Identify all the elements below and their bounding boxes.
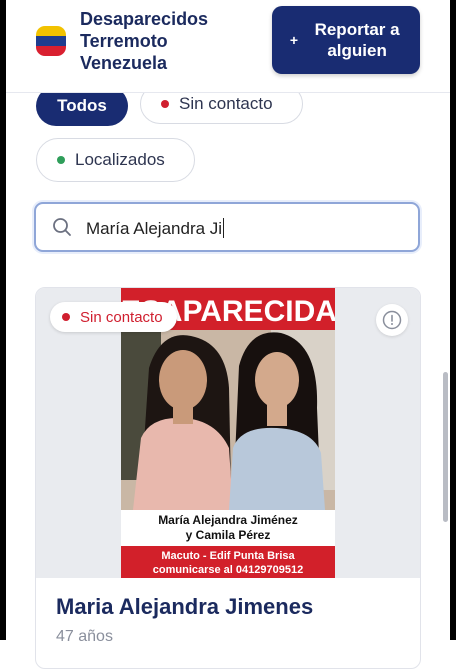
search-icon	[53, 218, 71, 236]
poster-names-line-2: y Camila Pérez	[186, 528, 271, 542]
filter-sin-contacto-label: Sin contacto	[179, 94, 273, 113]
text-caret	[223, 218, 225, 238]
filter-localizados-label: Localizados	[75, 150, 165, 169]
poster-names-line-1: María Alejandra Jiménez	[158, 513, 298, 527]
report-someone-button[interactable]: + Reportar a alguien	[272, 6, 420, 74]
search-input[interactable]: María Alejandra Ji	[34, 202, 420, 252]
plus-icon: +	[289, 32, 299, 48]
report-button-label: Reportar a alguien	[314, 20, 400, 60]
poster-contact: comunicarse al 04129709512	[153, 564, 303, 576]
filter-localizados[interactable]: Localizados	[36, 138, 195, 182]
scrollbar[interactable]	[443, 372, 448, 522]
person-card[interactable]: DESAPARECIDAS María Alejandra Jiménez y …	[35, 287, 421, 669]
person-photo-area: DESAPARECIDAS María Alejandra Jiménez y …	[36, 288, 420, 578]
search-value: María Alejandra Ji	[86, 219, 223, 238]
green-status-dot-icon	[57, 156, 65, 164]
info-button[interactable]	[376, 304, 408, 336]
person-age: 47 años	[56, 628, 113, 645]
red-status-dot-icon	[161, 100, 169, 108]
status-badge: Sin contacto	[50, 302, 177, 332]
app-header: Desaparecidos Terremoto Venezuela + Repo…	[6, 0, 450, 93]
app-title: Desaparecidos Terremoto Venezuela	[80, 8, 250, 74]
person-name[interactable]: Maria Alejandra Jimenes	[56, 594, 313, 620]
screen-edge-left	[0, 0, 6, 640]
app-title-line-2: Terremoto	[80, 31, 168, 51]
filter-todos-label: Todos	[57, 96, 107, 115]
venezuela-flag-logo	[36, 26, 66, 56]
status-badge-label: Sin contacto	[80, 308, 163, 326]
app-title-line-3: Venezuela	[80, 53, 168, 73]
poster-location: Macuto - Edif Punta Brisa	[161, 550, 295, 562]
app-title-line-1: Desaparecidos	[80, 9, 209, 29]
info-circle-icon	[382, 310, 402, 330]
screen-edge-right	[450, 0, 456, 640]
red-status-dot-icon	[62, 313, 70, 321]
